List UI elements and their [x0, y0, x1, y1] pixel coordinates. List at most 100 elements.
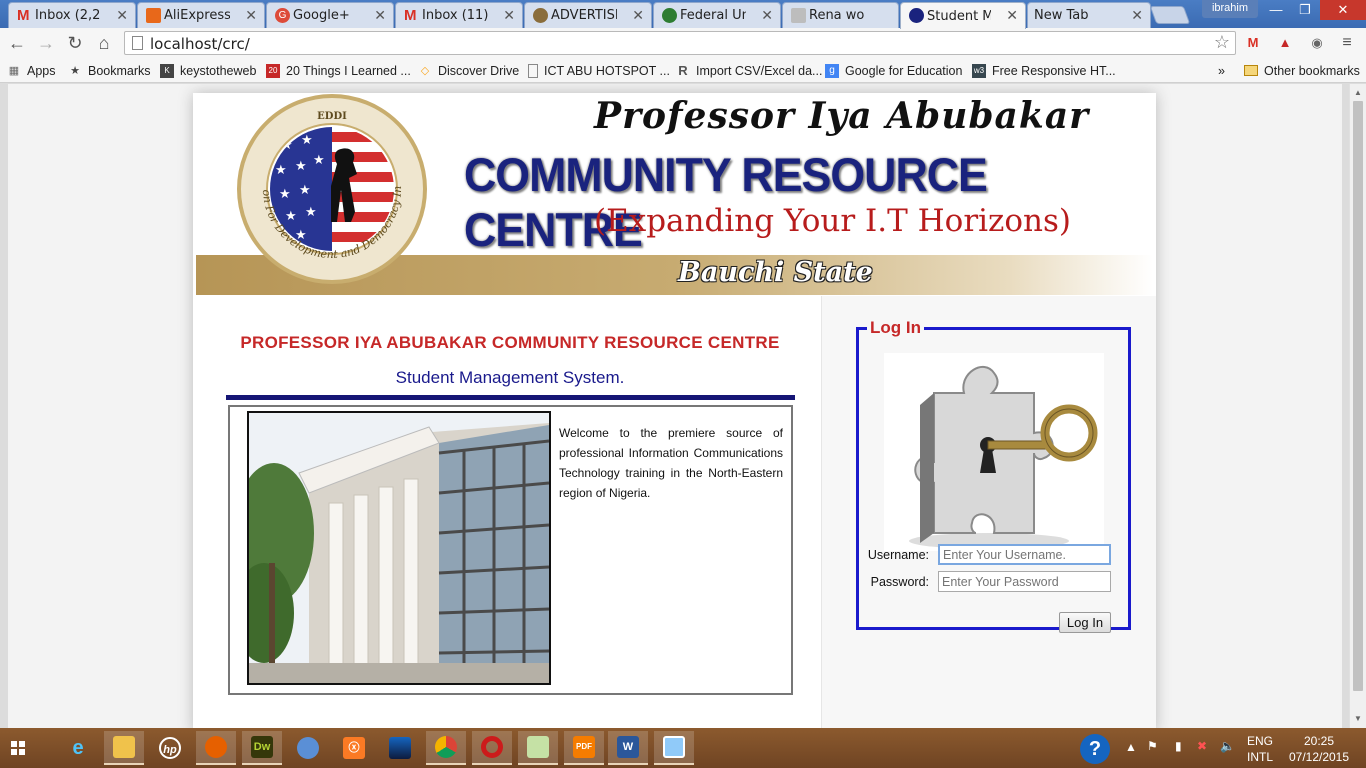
bookmark-free-responsive[interactable]: w3 Free Responsive HT... [972, 62, 1116, 79]
close-tab-icon[interactable]: ✕ [503, 7, 515, 24]
tab-student-management[interactable]: Student Mana ✕ [900, 2, 1026, 29]
bookmark-discover-drive[interactable]: ◇ Discover Drive [418, 62, 520, 79]
svg-text:★: ★ [299, 182, 311, 197]
taskbar-word[interactable]: W [608, 731, 648, 765]
page-heading: PROFESSOR IYA ABUBAKAR COMMUNITY RESOURC… [240, 333, 780, 352]
forward-arrow-icon[interactable]: → [35, 32, 57, 54]
bookmark-bookmarks[interactable]: ★ Bookmarks [68, 62, 150, 79]
url-text: localhost/crc/ [150, 35, 250, 53]
file-explorer-icon [113, 736, 135, 758]
volume-icon[interactable]: 🔈 [1220, 739, 1235, 753]
window-icon [663, 736, 685, 758]
tab-inbox-2[interactable]: M Inbox (11) - re ✕ [395, 2, 523, 28]
login-button[interactable]: Log In [1059, 612, 1111, 633]
key-puzzle-icon [884, 353, 1104, 551]
gmail-extension-icon[interactable]: M [1244, 34, 1262, 52]
close-tab-icon[interactable]: ✕ [245, 7, 257, 24]
alert-extension-icon[interactable]: ▲ [1276, 34, 1294, 52]
scroll-up-icon[interactable]: ▲ [1354, 88, 1362, 97]
page-info-icon[interactable] [132, 36, 143, 50]
network-icon[interactable]: ✖ [1197, 739, 1207, 753]
banner-title-line: COMMUNITY RESOURCE CENTRE [464, 148, 988, 256]
close-tab-icon[interactable]: ✕ [374, 7, 386, 24]
login-legend: Log In [870, 318, 921, 337]
taskbar-xampp[interactable]: ⓧ [334, 731, 374, 765]
tab-google-plus[interactable]: G Google+ ✕ [266, 2, 394, 28]
bookmark-star-icon[interactable]: ☆ [1214, 32, 1230, 53]
welcome-box: Welcome to the premiere source of profes… [228, 405, 793, 695]
close-tab-icon[interactable]: ✕ [116, 7, 128, 24]
bookmark-other[interactable]: Other bookmarks [1244, 62, 1360, 79]
clock-time: 20:25 [1303, 734, 1335, 748]
scrollbar-thumb[interactable] [1353, 101, 1363, 691]
close-tab-icon[interactable]: ✕ [1131, 7, 1143, 24]
close-window-icon[interactable]: ✕ [1320, 0, 1366, 20]
scroll-down-icon[interactable]: ▼ [1354, 714, 1362, 723]
firefox-icon [205, 736, 227, 758]
taskbar-chrome[interactable] [426, 731, 466, 765]
home-icon[interactable]: ⌂ [93, 32, 115, 54]
start-button[interactable] [0, 728, 36, 768]
bookmark-apps[interactable]: ▦ Apps [7, 62, 56, 79]
system-clock[interactable]: 20:25 07/12/2015 [1284, 733, 1354, 765]
taskbar-window[interactable] [654, 731, 694, 765]
taskbar-files[interactable] [518, 731, 558, 765]
taskbar-dreamweaver[interactable]: Dw [242, 731, 282, 765]
sync-extension-icon[interactable]: ◉ [1308, 34, 1326, 52]
svg-text:★: ★ [295, 158, 307, 173]
close-tab-icon[interactable]: ✕ [632, 7, 644, 24]
bookmark-import-csv[interactable]: R Import CSV/Excel da... [676, 62, 822, 79]
bookmark-google-education[interactable]: g Google for Education [825, 62, 962, 79]
help-icon[interactable]: ? [1080, 734, 1110, 764]
word-icon: W [617, 736, 639, 758]
login-fieldset: Log In Username: Password: [856, 318, 1131, 633]
minimize-icon[interactable]: — [1262, 0, 1290, 20]
tab-new-tab[interactable]: New Tab ✕ [1027, 2, 1151, 28]
language-indicator[interactable]: ENG INTL [1240, 733, 1280, 765]
tab-inbox[interactable]: M Inbox (2,223) ✕ [8, 2, 136, 28]
svg-text:★: ★ [285, 208, 297, 223]
eddi-logo: ★★ ★★★ ★★ ★★ ★ EDDI Education For Develo… [233, 94, 427, 284]
maximize-icon[interactable]: ❐ [1291, 0, 1319, 20]
page-scrollbar[interactable]: ▲ ▼ [1349, 84, 1366, 728]
tab-rena-worx[interactable]: Rena worx sol [782, 2, 899, 28]
taskbar-hp[interactable]: hp [150, 731, 190, 765]
advert-icon [533, 8, 548, 23]
taskbar-internet-explorer[interactable]: e [58, 731, 98, 765]
username-label: Username: [867, 548, 929, 562]
keystotheweb-icon: K [160, 63, 174, 78]
logo-acronym: EDDI [317, 111, 347, 122]
taskbar-file-explorer[interactable] [104, 731, 144, 765]
page-viewport: Bauchi State Professor Iya Abubakar COMM… [8, 84, 1342, 728]
action-center-icon[interactable]: ⚑ [1147, 739, 1158, 753]
menu-icon[interactable]: ≡ [1338, 34, 1356, 52]
profile-button[interactable]: ibrahim [1202, 0, 1258, 18]
bookmark-keystotheweb[interactable]: Kkeystotheweb [160, 62, 256, 79]
taskbar-media[interactable] [380, 731, 420, 765]
back-arrow-icon[interactable]: ← [6, 32, 28, 54]
close-tab-icon[interactable]: ✕ [1006, 7, 1018, 24]
address-bar[interactable]: localhost/crc/ ☆ [124, 31, 1236, 55]
bookmark-20-things[interactable]: 20 20 Things I Learned ... [266, 62, 411, 79]
new-tab-button[interactable] [1149, 6, 1191, 24]
svg-text:★: ★ [275, 162, 287, 177]
banner-state: Bauchi State [678, 257, 873, 288]
taskbar-firefox[interactable] [196, 731, 236, 765]
bookmarks-overflow-button[interactable]: » [1218, 62, 1225, 79]
tab-advertisement[interactable]: ADVERTISEME ✕ [524, 2, 652, 28]
reload-icon[interactable]: ↻ [64, 32, 86, 54]
tab-aliexpress[interactable]: AliExpress : M ✕ [137, 2, 265, 28]
taskbar-pdf[interactable]: PDF [564, 731, 604, 765]
banner-tagline: (Expanding Your I.T Horizons) [594, 203, 1072, 239]
tab-federal-university[interactable]: Federal Unive ✕ [653, 2, 781, 28]
close-tab-icon[interactable]: ✕ [761, 7, 773, 24]
hp-icon: hp [159, 737, 181, 759]
password-input[interactable] [938, 571, 1111, 592]
battery-icon[interactable]: ▮ [1175, 739, 1182, 753]
bookmark-ict-abu[interactable]: ICT ABU HOTSPOT ... [528, 62, 670, 79]
taskbar-opera[interactable] [472, 731, 512, 765]
tray-expand-icon[interactable]: ▲ [1125, 740, 1137, 754]
username-input[interactable] [938, 544, 1111, 565]
taskbar-safari[interactable] [288, 731, 328, 765]
student-icon [909, 8, 924, 23]
